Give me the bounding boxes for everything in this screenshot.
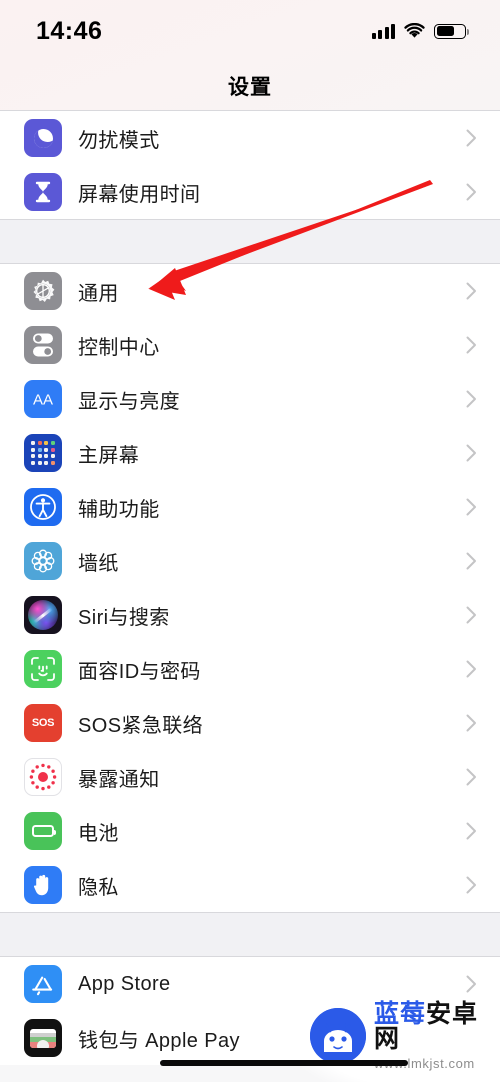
- settings-row-label: 电池: [78, 822, 119, 845]
- settings-row-battery[interactable]: 电池: [0, 804, 500, 858]
- moon-icon: [24, 119, 62, 157]
- wallet-icon: [24, 1019, 62, 1057]
- settings-row-label: 勿扰模式: [78, 129, 160, 152]
- gear-icon: [24, 272, 62, 310]
- settings-row-label: Siri与搜索: [78, 606, 170, 629]
- chevron-right-icon: [458, 606, 484, 624]
- hourglass-icon: [24, 173, 62, 211]
- settings-row-display-brightness[interactable]: AA 显示与亮度: [0, 372, 500, 426]
- settings-row-home-screen[interactable]: 主屏幕: [0, 426, 500, 480]
- settings-row-exposure-notifications[interactable]: 暴露通知: [0, 750, 500, 804]
- chevron-right-icon: [458, 876, 484, 894]
- chevron-right-icon: [458, 282, 484, 300]
- settings-row-label: 主屏幕: [78, 444, 140, 467]
- battery-icon: [24, 812, 62, 850]
- flower-icon: [24, 542, 62, 580]
- settings-row-control-center[interactable]: 控制中心: [0, 318, 500, 372]
- section-separator: [0, 912, 500, 957]
- settings-row-label: App Store: [78, 972, 171, 995]
- page-title: 设置: [228, 76, 272, 99]
- settings-row-label: SOS紧急联络: [78, 714, 204, 737]
- site-watermark: 蓝莓安卓网 www.lmkjst.com: [296, 996, 500, 1082]
- settings-row-label: 显示与亮度: [78, 390, 180, 413]
- settings-row-screen-time[interactable]: 屏幕使用时间: [0, 165, 500, 219]
- chevron-right-icon: [458, 498, 484, 516]
- chevron-right-icon: [458, 660, 484, 678]
- settings-row-label: 控制中心: [78, 336, 160, 359]
- exposure-notification-icon: [24, 758, 62, 796]
- chevron-right-icon: [458, 975, 484, 993]
- home-indicator[interactable]: [160, 1060, 408, 1066]
- chevron-right-icon: [458, 390, 484, 408]
- home-screen-grid-icon: [24, 434, 62, 472]
- toggles-icon: [24, 326, 62, 364]
- settings-row-label: 屏幕使用时间: [78, 183, 201, 206]
- settings-row-privacy[interactable]: 隐私: [0, 858, 500, 912]
- settings-row-siri-search[interactable]: Siri与搜索: [0, 588, 500, 642]
- hand-icon: [24, 866, 62, 904]
- settings-row-face-id-passcode[interactable]: 面容ID与密码: [0, 642, 500, 696]
- navigation-bar: 设置: [0, 62, 500, 110]
- status-bar-indicators: [371, 22, 470, 39]
- settings-group-focus: 勿扰模式 屏幕使用时间: [0, 110, 500, 219]
- sos-icon: SOS: [24, 704, 62, 742]
- settings-row-do-not-disturb[interactable]: 勿扰模式: [0, 111, 500, 165]
- accessibility-person-icon: [24, 488, 62, 526]
- section-separator: [0, 219, 500, 264]
- sos-icon-text: SOS: [31, 717, 55, 729]
- android-robot-icon: [310, 1008, 366, 1064]
- settings-row-accessibility[interactable]: 辅助功能: [0, 480, 500, 534]
- siri-orb-icon: [24, 596, 62, 634]
- svg-text:AA: AA: [33, 392, 53, 409]
- iphone-settings-screen: 14:46 设置 勿扰模式 屏幕使用时间 通用 控制中心 AA 显示与亮度 主屏…: [0, 0, 500, 1082]
- settings-row-label: 通用: [78, 282, 119, 305]
- settings-group-system: 通用 控制中心 AA 显示与亮度 主屏幕 辅助功能 墙纸 Siri与搜索 面容I…: [0, 264, 500, 912]
- chevron-right-icon: [458, 822, 484, 840]
- watermark-brand-part1: 蓝莓: [374, 1000, 427, 1028]
- status-bar: 14:46: [0, 0, 500, 62]
- chevron-right-icon: [458, 714, 484, 732]
- settings-row-label: 暴露通知: [78, 768, 160, 791]
- battery-icon: [434, 23, 470, 39]
- signal-bars-icon: [371, 23, 395, 39]
- chevron-right-icon: [458, 768, 484, 786]
- chevron-right-icon: [458, 336, 484, 354]
- status-bar-time: 14:46: [36, 16, 103, 45]
- settings-row-general[interactable]: 通用: [0, 264, 500, 318]
- settings-row-wallpaper[interactable]: 墙纸: [0, 534, 500, 588]
- aa-text-icon: AA: [24, 380, 62, 418]
- settings-row-emergency-sos[interactable]: SOS SOS紧急联络: [0, 696, 500, 750]
- settings-row-label: 墙纸: [78, 552, 119, 575]
- settings-row-label: 隐私: [78, 876, 119, 899]
- chevron-right-icon: [458, 444, 484, 462]
- settings-row-label: 面容ID与密码: [78, 660, 201, 683]
- wifi-icon: [404, 22, 425, 39]
- app-store-icon: [24, 965, 62, 1003]
- chevron-right-icon: [458, 183, 484, 201]
- chevron-right-icon: [458, 552, 484, 570]
- chevron-right-icon: [458, 129, 484, 147]
- face-id-icon: [24, 650, 62, 688]
- settings-row-label: 辅助功能: [78, 498, 160, 521]
